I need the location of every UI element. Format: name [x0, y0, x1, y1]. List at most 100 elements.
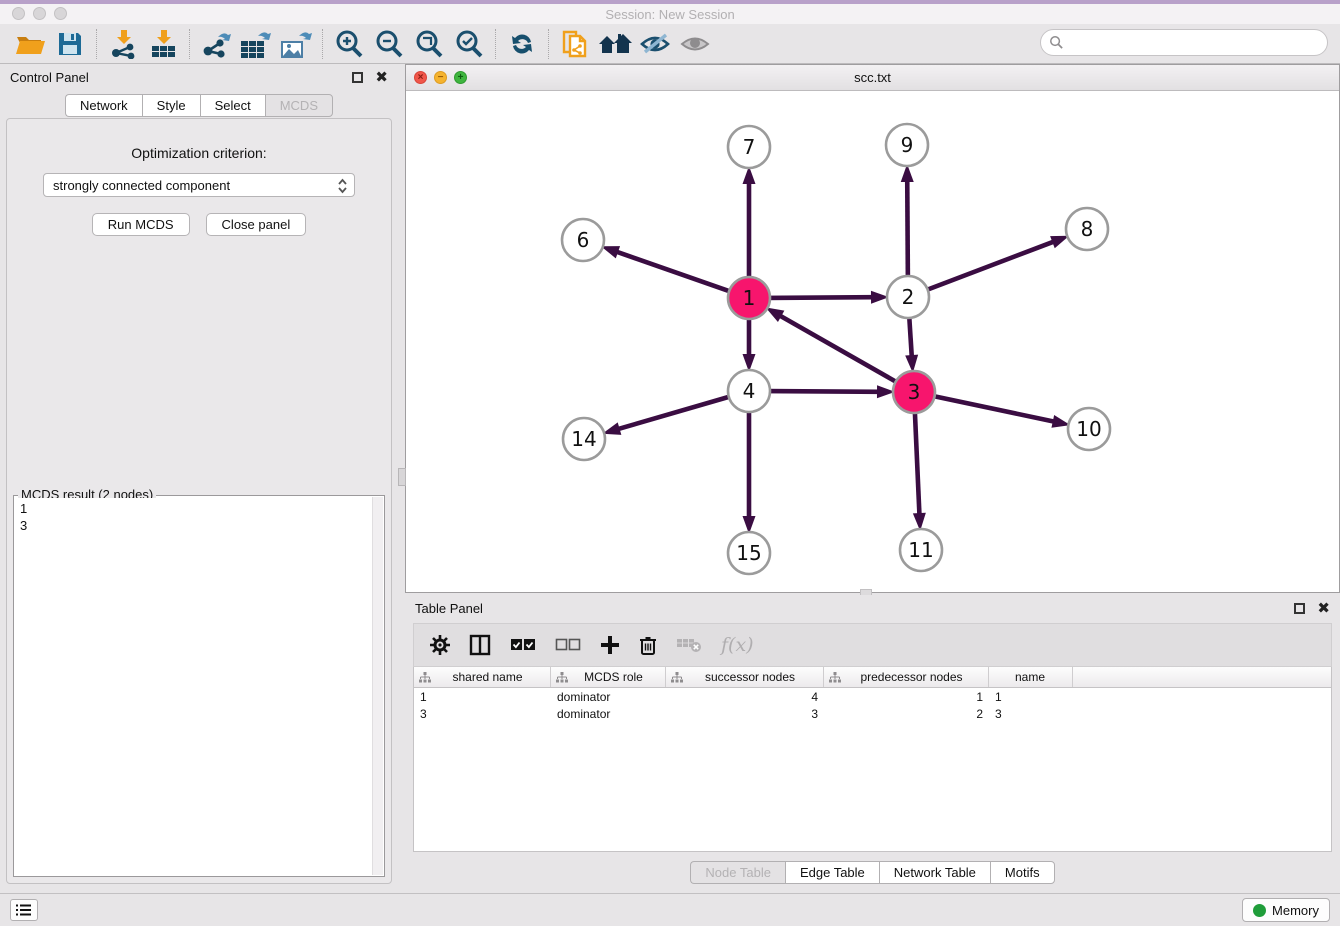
import-table-icon[interactable] — [143, 27, 183, 61]
hide-selected-eye-icon[interactable] — [635, 27, 675, 61]
run-mcds-button[interactable]: Run MCDS — [92, 213, 190, 236]
cell-name[interactable]: 1 — [989, 690, 1073, 704]
edge-3-11[interactable] — [915, 409, 920, 515]
tab-network-table[interactable]: Network Table — [879, 861, 990, 884]
add-row-icon[interactable] — [600, 635, 620, 655]
table-row[interactable]: 3 dominator 3 2 3 — [414, 705, 1331, 722]
column-header-predecessor-nodes[interactable]: predecessor nodes — [824, 667, 989, 687]
cell-shared-name[interactable]: 1 — [414, 690, 551, 704]
trash-icon[interactable] — [639, 635, 657, 656]
network-canvas[interactable]: 7968124314101511 — [406, 91, 1339, 592]
column-header-name[interactable]: name — [989, 667, 1073, 687]
cell-predecessor-nodes[interactable]: 2 — [824, 707, 989, 721]
zoom-in-icon[interactable] — [329, 27, 369, 61]
node-label-1: 1 — [743, 286, 756, 310]
open-folder-icon[interactable] — [10, 27, 50, 61]
home-networks-icon[interactable] — [595, 27, 635, 61]
network-graph[interactable]: 7968124314101511 — [406, 91, 1339, 592]
tree-icon — [419, 672, 431, 683]
search-input[interactable] — [1064, 35, 1327, 50]
edge-arrowhead — [766, 307, 785, 322]
close-panel-icon[interactable]: ✖ — [375, 72, 388, 83]
node-label-9: 9 — [901, 133, 914, 157]
cell-successor-nodes[interactable]: 3 — [666, 707, 824, 721]
node-label-15: 15 — [736, 541, 761, 565]
zoom-selected-icon[interactable] — [449, 27, 489, 61]
edge-4-3[interactable] — [766, 391, 879, 392]
cell-name[interactable]: 3 — [989, 707, 1073, 721]
node-label-11: 11 — [908, 538, 933, 562]
tree-icon — [829, 672, 841, 683]
control-panel-tabbar: Network Style Select MCDS — [0, 94, 398, 117]
mcds-result-line: 1 — [20, 500, 367, 517]
cell-predecessor-nodes[interactable]: 1 — [824, 690, 989, 704]
control-panel-header: Control Panel ✖ — [0, 64, 398, 90]
mcds-panel-content: Optimization criterion: strongly connect… — [6, 118, 392, 884]
column-header-shared-name[interactable]: shared name — [414, 667, 551, 687]
edge-1-2[interactable] — [766, 297, 873, 298]
table-row[interactable]: 1 dominator 4 1 1 — [414, 688, 1331, 705]
window-titlebar: Session: New Session — [0, 4, 1340, 24]
mcds-result-text[interactable]: 1 3 — [16, 498, 371, 874]
zoom-out-icon[interactable] — [369, 27, 409, 61]
close-panel-button[interactable]: Close panel — [206, 213, 307, 236]
toolbar-separator — [322, 29, 323, 59]
search-field[interactable] — [1040, 29, 1328, 56]
edge-2-9[interactable] — [907, 180, 908, 280]
float-panel-icon[interactable] — [352, 72, 363, 83]
tree-icon — [556, 672, 568, 683]
edge-1-6[interactable] — [616, 252, 733, 293]
gear-icon[interactable] — [430, 635, 450, 655]
cell-successor-nodes[interactable]: 4 — [666, 690, 824, 704]
tab-node-table[interactable]: Node Table — [690, 861, 785, 884]
node-label-3: 3 — [908, 380, 921, 404]
table-panel-header: Table Panel ✖ — [405, 595, 1340, 621]
memory-label: Memory — [1272, 903, 1319, 918]
edge-3-10[interactable] — [931, 396, 1055, 422]
task-history-button[interactable] — [10, 899, 38, 921]
tab-network[interactable]: Network — [65, 94, 142, 117]
columns-icon[interactable] — [469, 634, 491, 656]
save-icon[interactable] — [50, 27, 90, 61]
cell-mcds-role[interactable]: dominator — [551, 707, 666, 721]
tab-mcds[interactable]: MCDS — [265, 94, 333, 117]
export-image-icon[interactable] — [276, 27, 316, 61]
optimization-criterion-label: Optimization criterion: — [7, 145, 391, 161]
toolbar-separator — [189, 29, 190, 59]
edge-2-3[interactable] — [909, 314, 912, 357]
edge-2-8[interactable] — [924, 241, 1054, 291]
cell-mcds-role[interactable]: dominator — [551, 690, 666, 704]
tab-motifs[interactable]: Motifs — [990, 861, 1055, 884]
mcds-result-scrollbar[interactable] — [372, 497, 383, 875]
refresh-icon[interactable] — [502, 27, 542, 61]
copy-network-icon[interactable] — [555, 27, 595, 61]
edge-3-1[interactable] — [779, 315, 899, 383]
column-header-mcds-role[interactable]: MCDS role — [551, 667, 666, 687]
select-all-icon[interactable] — [510, 638, 536, 652]
close-table-panel-icon[interactable]: ✖ — [1317, 603, 1330, 614]
status-bar: Memory — [0, 893, 1340, 926]
show-all-eye-icon[interactable] — [675, 27, 715, 61]
network-window-titlebar[interactable]: × − + scc.txt — [406, 65, 1339, 91]
column-header-successor-nodes[interactable]: successor nodes — [666, 667, 824, 687]
node-table[interactable]: shared name MCDS role successor nodes pr… — [413, 667, 1332, 852]
vertical-splitter-handle[interactable] — [398, 468, 406, 486]
zoom-fit-icon[interactable] — [409, 27, 449, 61]
table-tabbar: Node Table Edge Table Network Table Moti… — [405, 861, 1340, 884]
toolbar-separator — [96, 29, 97, 59]
unselect-all-icon[interactable] — [555, 638, 581, 652]
toolbar-separator — [548, 29, 549, 59]
cell-shared-name[interactable]: 3 — [414, 707, 551, 721]
network-window-title: scc.txt — [406, 70, 1339, 85]
export-table-icon[interactable] — [236, 27, 276, 61]
memory-button[interactable]: Memory — [1242, 898, 1330, 922]
import-network-icon[interactable] — [103, 27, 143, 61]
network-view-window: × − + scc.txt 7968124314101511 — [405, 64, 1340, 593]
criterion-select[interactable]: strongly connected component — [43, 173, 355, 197]
float-table-panel-icon[interactable] — [1294, 603, 1305, 614]
tab-edge-table[interactable]: Edge Table — [785, 861, 879, 884]
export-network-icon[interactable] — [196, 27, 236, 61]
tab-style[interactable]: Style — [142, 94, 200, 117]
edge-4-14[interactable] — [618, 396, 733, 429]
tab-select[interactable]: Select — [200, 94, 265, 117]
